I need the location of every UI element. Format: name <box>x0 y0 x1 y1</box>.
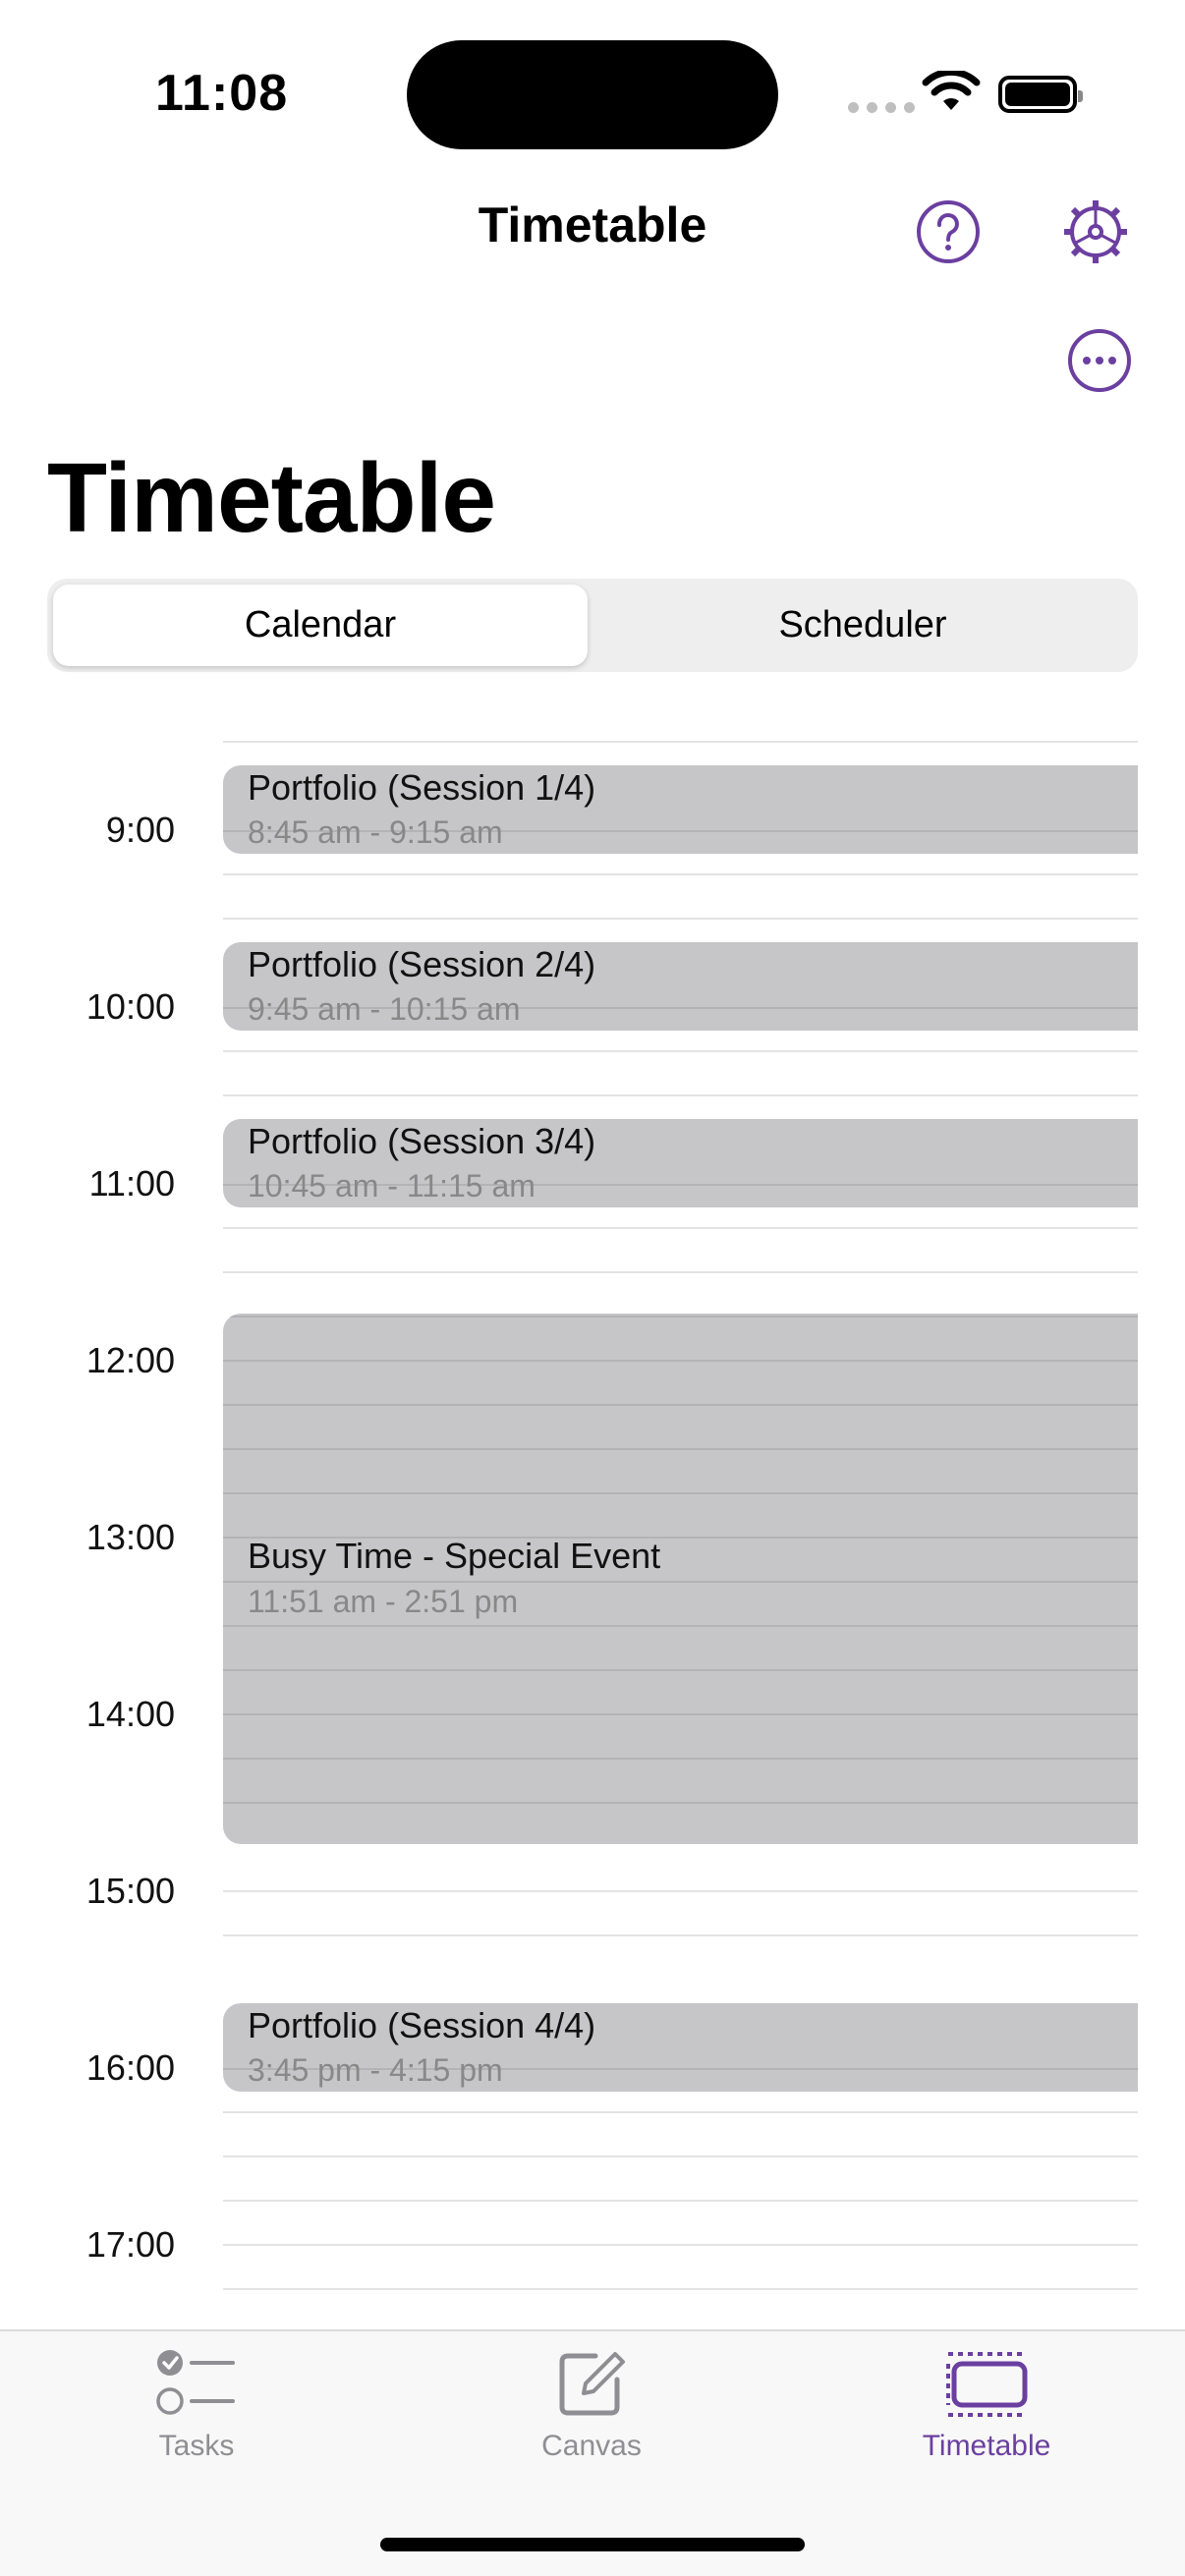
grid-line <box>223 1050 1138 1052</box>
tab-canvas[interactable]: Canvas <box>474 2348 709 2463</box>
hour-label: 12:00 <box>85 1340 175 1380</box>
event-title: Portfolio (Session 4/4) <box>248 2005 596 2045</box>
event-title: Busy Time - Special Event <box>248 1536 661 1576</box>
hour-label: 9:00 <box>105 810 175 850</box>
grid-line <box>223 1227 1138 1229</box>
grid-line <box>223 918 1138 920</box>
grid-line <box>223 2244 1138 2246</box>
tab-label: Tasks <box>158 2430 235 2462</box>
dynamic-island <box>407 40 778 149</box>
ellipsis-circle-icon[interactable] <box>1066 327 1133 394</box>
hour-label: 13:00 <box>85 1517 175 1557</box>
hour-label: 16:00 <box>85 2047 175 2088</box>
status-time: 11:08 <box>155 65 289 122</box>
tab-tasks[interactable]: Tasks <box>79 2348 314 2463</box>
event-time: 10:45 am - 11:15 am <box>248 1168 536 1204</box>
grid-line <box>223 1934 1138 1936</box>
page-title: Timetable <box>47 443 496 553</box>
tab-label: Timetable <box>922 2430 1051 2462</box>
event-title: Portfolio (Session 3/4) <box>248 1121 596 1161</box>
gear-icon[interactable] <box>1062 198 1129 265</box>
hour-label: 17:00 <box>85 2224 175 2265</box>
square-pencil-icon <box>559 2352 625 2416</box>
event-title: Portfolio (Session 1/4) <box>248 767 596 808</box>
grid-line <box>223 1890 1138 1892</box>
grid-line <box>223 2156 1138 2157</box>
hour-label: 11:00 <box>88 1163 175 1204</box>
timetable-icon <box>946 2352 1028 2417</box>
event-title: Portfolio (Session 2/4) <box>248 944 596 984</box>
tab-label: Canvas <box>541 2430 642 2462</box>
event-time: 11:51 am - 2:51 pm <box>248 1584 519 1619</box>
hour-label: 14:00 <box>85 1694 175 1734</box>
cellular-signal-icon <box>848 102 915 113</box>
event-time: 8:45 am - 9:15 am <box>248 814 503 850</box>
tab-timetable[interactable]: Timetable <box>869 2348 1104 2463</box>
event-block[interactable]: Portfolio (Session 1/4) 8:45 am - 9:15 a… <box>223 765 1138 854</box>
segment-scheduler[interactable]: Scheduler <box>593 585 1132 666</box>
event-block[interactable]: Portfolio (Session 3/4) 10:45 am - 11:15… <box>223 1119 1138 1207</box>
question-circle-icon[interactable] <box>915 198 982 265</box>
checklist-icon <box>156 2350 235 2415</box>
nav-title: Timetable <box>478 197 707 252</box>
hour-label: 10:00 <box>85 986 175 1027</box>
event-block[interactable]: Busy Time - Special Event 11:51 am - 2:5… <box>223 1314 1138 1844</box>
event-block[interactable]: Portfolio (Session 4/4) 3:45 pm - 4:15 p… <box>223 2003 1138 2092</box>
view-segmented-control: Calendar Scheduler <box>47 579 1138 672</box>
event-block[interactable]: Portfolio (Session 2/4) 9:45 am - 10:15 … <box>223 942 1138 1031</box>
grid-line <box>223 1094 1138 1096</box>
home-indicator <box>380 2538 805 2551</box>
hour-label: 15:00 <box>85 1871 175 1911</box>
grid-line <box>223 1271 1138 1273</box>
grid-line <box>223 2111 1138 2113</box>
grid-line <box>223 741 1138 743</box>
grid-line <box>223 873 1138 875</box>
segment-calendar[interactable]: Calendar <box>53 585 588 666</box>
battery-icon <box>998 76 1083 113</box>
grid-line <box>223 2200 1138 2202</box>
event-time: 9:45 am - 10:15 am <box>248 991 521 1027</box>
wifi-icon <box>922 71 981 110</box>
event-time: 3:45 pm - 4:15 pm <box>248 2052 503 2088</box>
grid-line <box>223 2288 1138 2290</box>
